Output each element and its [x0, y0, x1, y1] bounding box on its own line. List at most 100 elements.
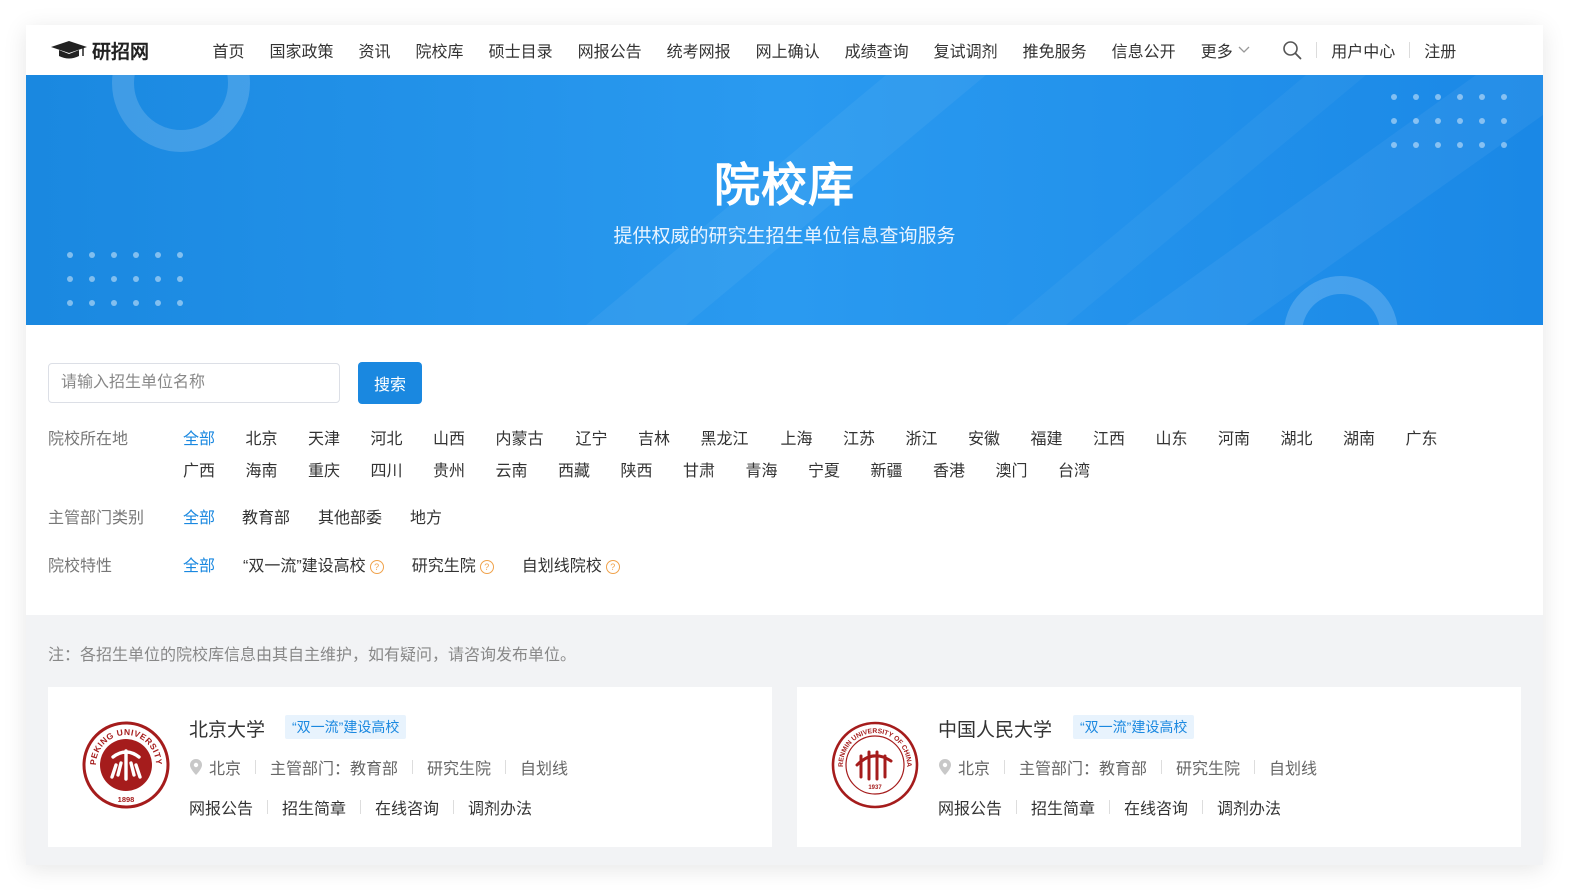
nav-policy[interactable]: 国家政策 [270, 38, 334, 62]
nav-score-query[interactable]: 成绩查询 [845, 38, 909, 62]
region-option[interactable]: 贵州 [433, 456, 468, 488]
region-option[interactable]: 广东 [1406, 424, 1441, 456]
feature-option-graduate-school[interactable]: 研究生院 ? [412, 551, 494, 583]
nav-online-confirmation[interactable]: 网上确认 [756, 38, 820, 62]
meta-divider [412, 760, 414, 774]
nav-divider [1409, 42, 1411, 58]
region-option[interactable]: 香港 [933, 456, 968, 488]
feature-option-all[interactable]: 全部 [183, 551, 215, 583]
university-department: 主管部门：教育部 [270, 761, 399, 778]
region-option[interactable]: 澳门 [996, 456, 1031, 488]
nav-news[interactable]: 资讯 [359, 38, 391, 62]
location-pin-icon [939, 759, 951, 775]
nav-info-disclosure[interactable]: 信息公开 [1112, 38, 1176, 62]
question-mark-icon[interactable]: ? [369, 560, 384, 574]
department-option[interactable]: 地方 [410, 503, 442, 535]
feature-option-self-line[interactable]: 自划线院校 ? [522, 551, 620, 583]
region-option[interactable]: 福建 [1031, 424, 1066, 456]
main-nav: 首页 国家政策 资讯 院校库 硕士目录 网报公告 统考网报 网上确认 成绩查询 … [200, 38, 1262, 62]
region-option[interactable]: 重庆 [308, 456, 343, 488]
university-name[interactable]: 北京大学 [189, 715, 265, 742]
school-search-input[interactable] [49, 364, 339, 402]
region-option[interactable]: 山西 [433, 424, 468, 456]
info-note: 注：各招生单位的院校库信息由其自主维护，如有疑问，请咨询发布单位。 [48, 647, 577, 664]
department-option[interactable]: 其他部委 [318, 503, 382, 535]
filter-department-label: 主管部门类别 [48, 510, 145, 527]
region-option[interactable]: 北京 [246, 424, 281, 456]
region-option[interactable]: 河北 [371, 424, 406, 456]
nav-registration-notice[interactable]: 网报公告 [578, 38, 642, 62]
feature-option-double-first-class[interactable]: “双一流”建设高校 ? [243, 551, 384, 583]
link-adjustment-rules[interactable]: 调剂办法 [1217, 795, 1281, 819]
region-option[interactable]: 上海 [781, 424, 816, 456]
double-first-class-badge: “双一流”建设高校 [1073, 715, 1195, 739]
nav-more-dropdown[interactable]: 更多 [1201, 38, 1250, 62]
nav-master-catalog[interactable]: 硕士目录 [489, 38, 553, 62]
university-department: 主管部门：教育部 [1019, 761, 1148, 778]
university-feature-self-line: 自划线 [1269, 761, 1318, 778]
region-option[interactable]: 陕西 [621, 456, 656, 488]
region-option-all[interactable]: 全部 [183, 424, 218, 456]
region-option[interactable]: 黑龙江 [701, 424, 753, 456]
region-option[interactable]: 山东 [1156, 424, 1191, 456]
region-option[interactable]: 宁夏 [808, 456, 843, 488]
university-name[interactable]: 中国人民大学 [938, 715, 1052, 742]
university-card[interactable]: RENMIN UNIVERSITY OF CHINA 1937 中国人民大学 “… [797, 687, 1521, 847]
department-option-all[interactable]: 全部 [183, 503, 215, 535]
region-option[interactable]: 湖北 [1281, 424, 1316, 456]
nav-home[interactable]: 首页 [213, 38, 245, 62]
university-card[interactable]: PEKING UNIVERSITY 1898 北京大学 “双一流”建设高校 北京… [48, 687, 772, 847]
region-option[interactable]: 江西 [1093, 424, 1128, 456]
region-option[interactable]: 浙江 [906, 424, 941, 456]
region-option[interactable]: 海南 [246, 456, 281, 488]
region-option[interactable]: 内蒙古 [496, 424, 548, 456]
region-option[interactable]: 吉林 [638, 424, 673, 456]
svg-text:1898: 1898 [118, 795, 135, 804]
region-option[interactable]: 新疆 [871, 456, 906, 488]
register-link[interactable]: 注册 [1424, 38, 1456, 62]
region-option[interactable]: 辽宁 [576, 424, 611, 456]
department-option[interactable]: 教育部 [242, 503, 290, 535]
region-option[interactable]: 天津 [308, 424, 343, 456]
link-divider [267, 800, 269, 814]
link-registration-notice[interactable]: 网报公告 [938, 795, 1002, 819]
region-option[interactable]: 台湾 [1058, 456, 1093, 488]
region-option[interactable]: 安徽 [968, 424, 1003, 456]
link-admission-guide[interactable]: 招生简章 [1031, 795, 1095, 819]
page-frame: 研招网 首页 国家政策 资讯 院校库 硕士目录 网报公告 统考网报 网上确认 成… [26, 25, 1543, 865]
question-mark-icon[interactable]: ? [479, 560, 494, 574]
university-meta: 北京 主管部门：教育部 研究生院 自划线 [938, 755, 1317, 779]
link-registration-notice[interactable]: 网报公告 [189, 795, 253, 819]
link-online-consult[interactable]: 在线咨询 [375, 795, 439, 819]
nav-school-library[interactable]: 院校库 [416, 38, 464, 62]
link-divider [1016, 800, 1018, 814]
region-option[interactable]: 西藏 [558, 456, 593, 488]
search-button[interactable]: 搜索 [358, 362, 422, 404]
filter-region-label: 院校所在地 [48, 431, 129, 448]
site-logo[interactable]: 研招网 [50, 37, 196, 64]
university-meta: 北京 主管部门：教育部 研究生院 自划线 [189, 755, 568, 779]
nav-unified-registration[interactable]: 统考网报 [667, 38, 731, 62]
region-option[interactable]: 云南 [496, 456, 531, 488]
region-option[interactable]: 河南 [1218, 424, 1253, 456]
link-divider [453, 800, 455, 814]
link-adjustment-rules[interactable]: 调剂办法 [468, 795, 532, 819]
region-option[interactable]: 四川 [371, 456, 406, 488]
search-icon[interactable] [1282, 40, 1302, 60]
region-option[interactable]: 江苏 [843, 424, 878, 456]
nav-divider [1316, 42, 1318, 58]
region-option[interactable]: 广西 [183, 456, 218, 488]
region-option[interactable]: 青海 [746, 456, 781, 488]
region-option[interactable]: 甘肃 [683, 456, 718, 488]
link-admission-guide[interactable]: 招生简章 [282, 795, 346, 819]
filter-region: 院校所在地 全部 北京 天津 河北 山西 内蒙古 辽宁 吉林 黑龙江 上海 江苏… [48, 424, 1483, 488]
nav-retest-adjustment[interactable]: 复试调剂 [934, 38, 998, 62]
feature-option-label: 研究生院 [411, 558, 476, 575]
region-option[interactable]: 湖南 [1343, 424, 1378, 456]
university-feature-self-line: 自划线 [520, 761, 569, 778]
link-online-consult[interactable]: 在线咨询 [1124, 795, 1188, 819]
nav-recommendation[interactable]: 推免服务 [1023, 38, 1087, 62]
question-mark-icon[interactable]: ? [605, 560, 620, 574]
top-nav: 研招网 首页 国家政策 资讯 院校库 硕士目录 网报公告 统考网报 网上确认 成… [26, 25, 1543, 75]
user-center-link[interactable]: 用户中心 [1331, 38, 1395, 62]
